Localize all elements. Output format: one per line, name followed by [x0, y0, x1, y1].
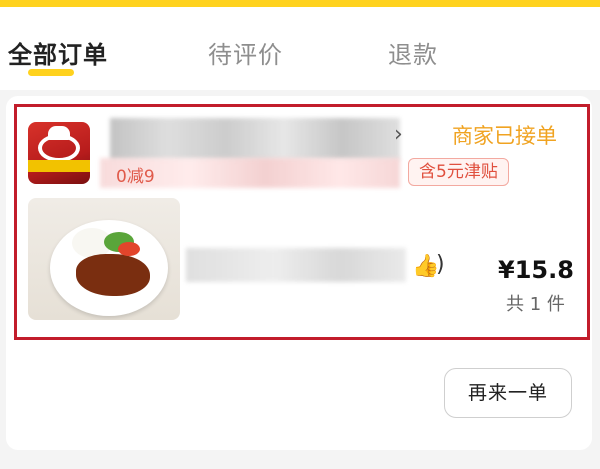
top-accent-bar: [0, 0, 600, 7]
active-tab-indicator: [28, 69, 74, 76]
order-tabs: 全部订单 待评价 退款: [0, 7, 600, 90]
reorder-button[interactable]: 再来一单: [444, 368, 572, 418]
tab-all-orders[interactable]: 全部订单: [8, 35, 108, 70]
highlight-box: [14, 104, 590, 340]
tab-refund[interactable]: 退款: [388, 35, 438, 70]
page-background-bottom: [6, 450, 592, 469]
tab-pending-review[interactable]: 待评价: [208, 35, 283, 70]
